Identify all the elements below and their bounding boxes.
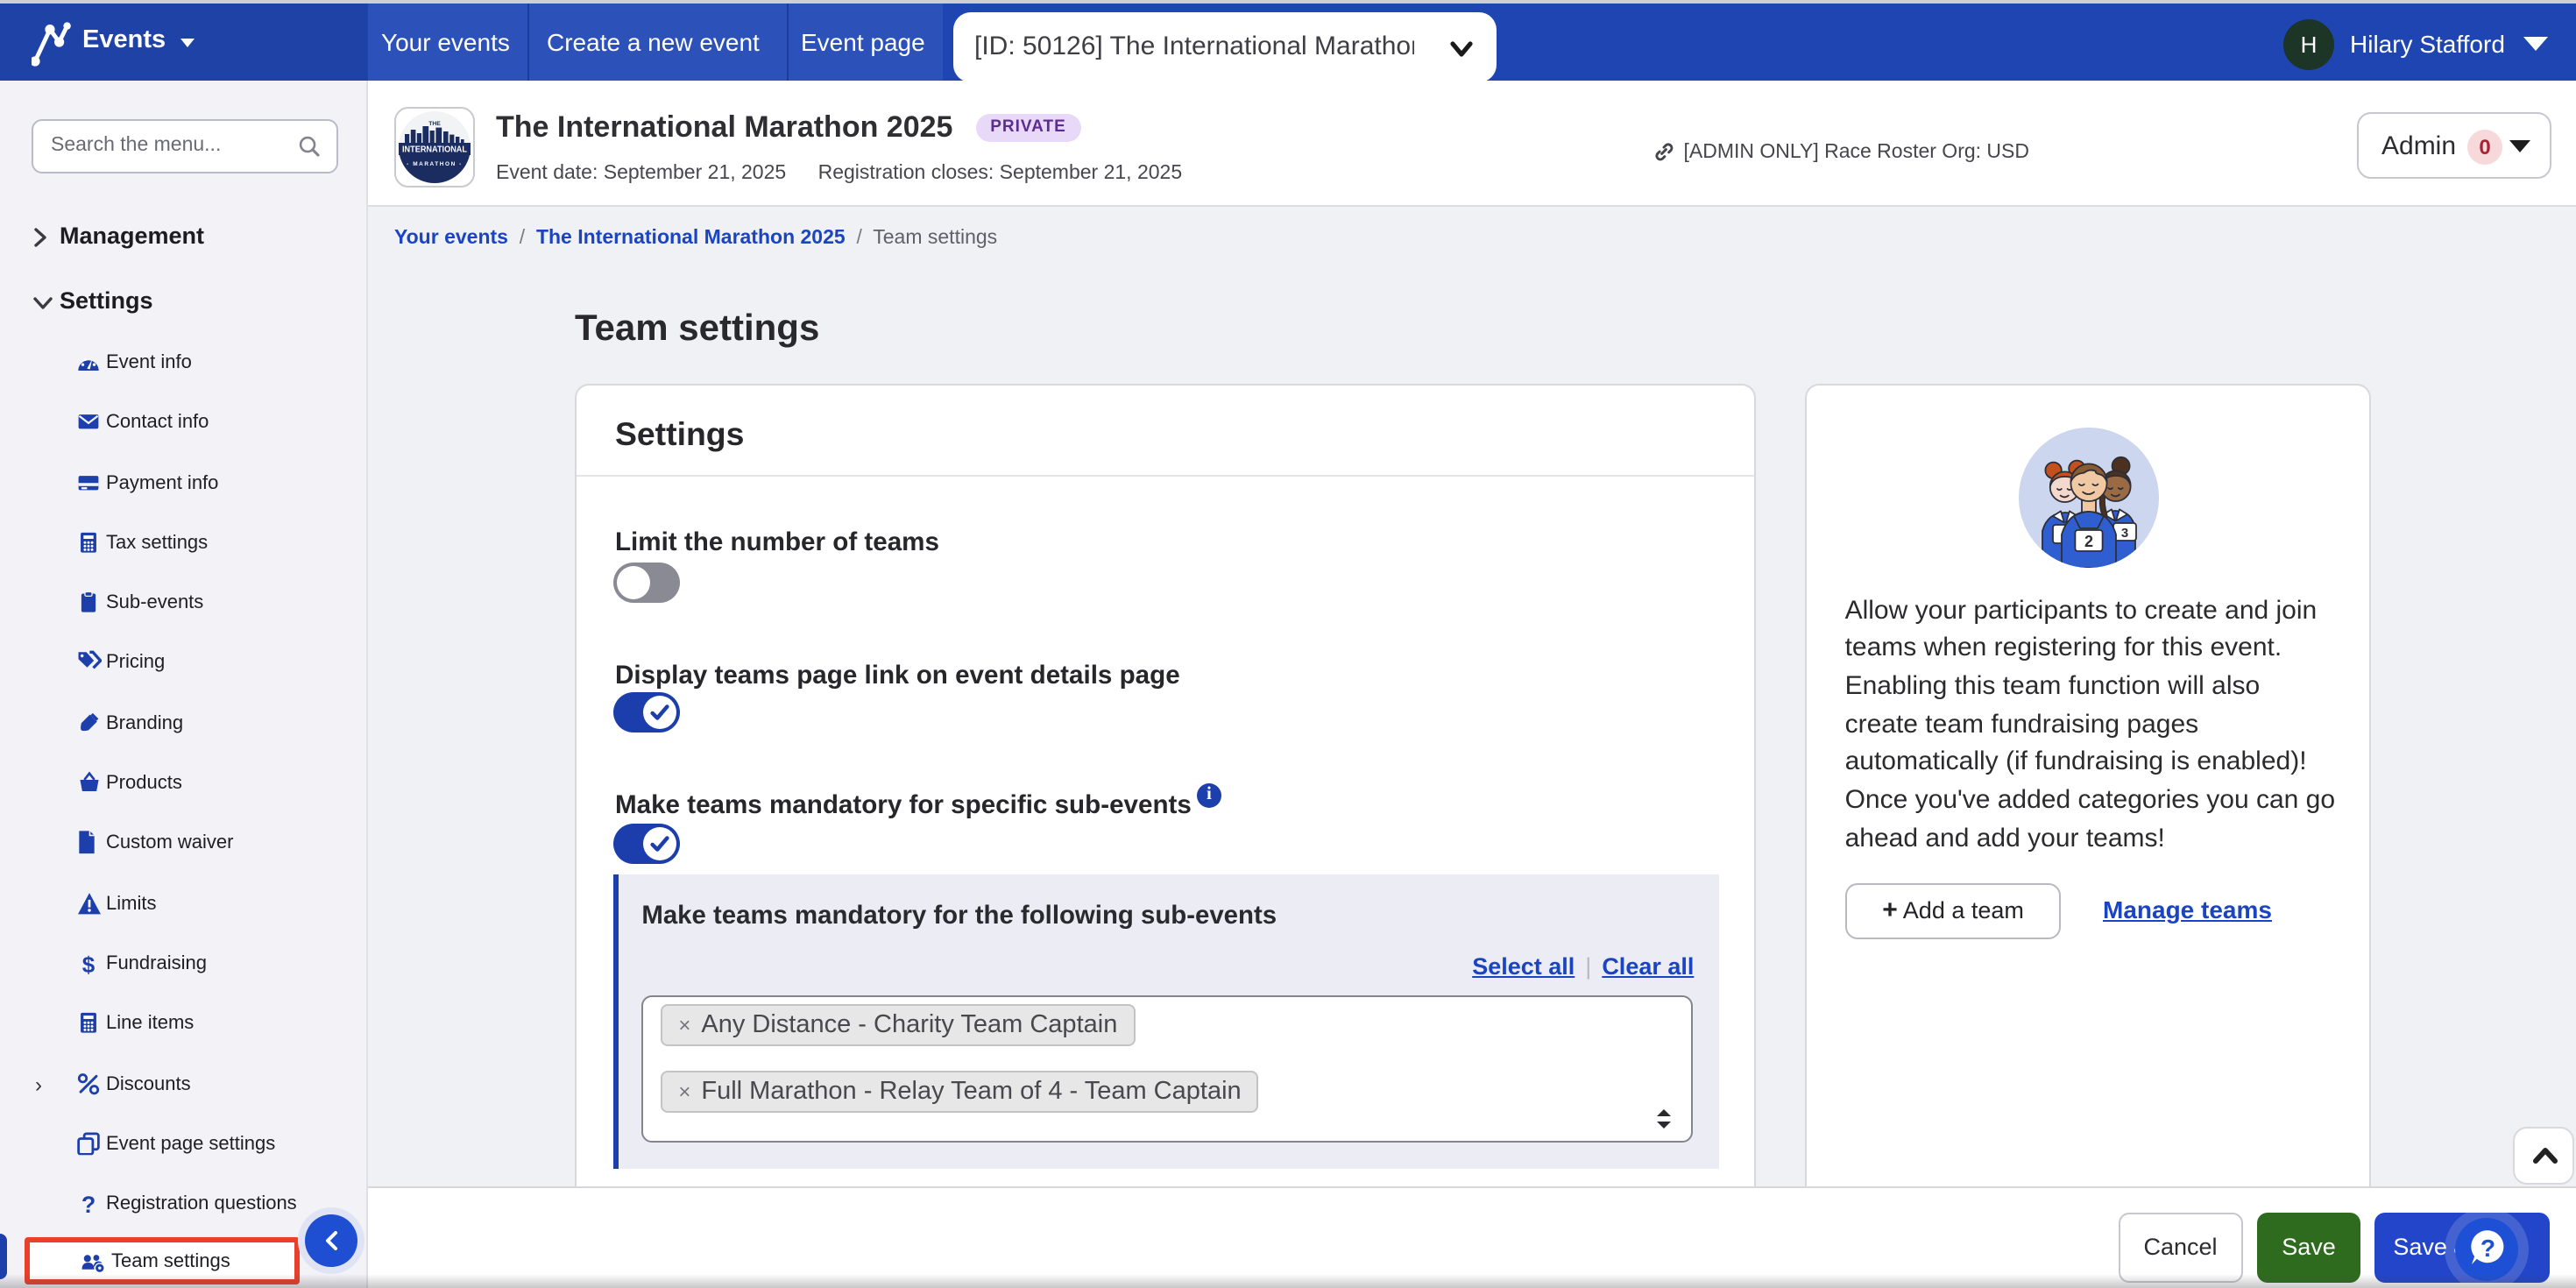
svg-text:3: 3 xyxy=(2121,526,2128,541)
svg-text:THE: THE xyxy=(428,120,440,126)
svg-text:INTERNATIONAL: INTERNATIONAL xyxy=(401,145,466,154)
svg-text:$: $ xyxy=(82,952,96,976)
svg-text:?: ? xyxy=(81,1192,96,1217)
svg-text:2: 2 xyxy=(2084,533,2093,550)
svg-text:?: ? xyxy=(2480,1235,2495,1262)
svg-text:- MARATHON -: - MARATHON - xyxy=(406,160,462,166)
